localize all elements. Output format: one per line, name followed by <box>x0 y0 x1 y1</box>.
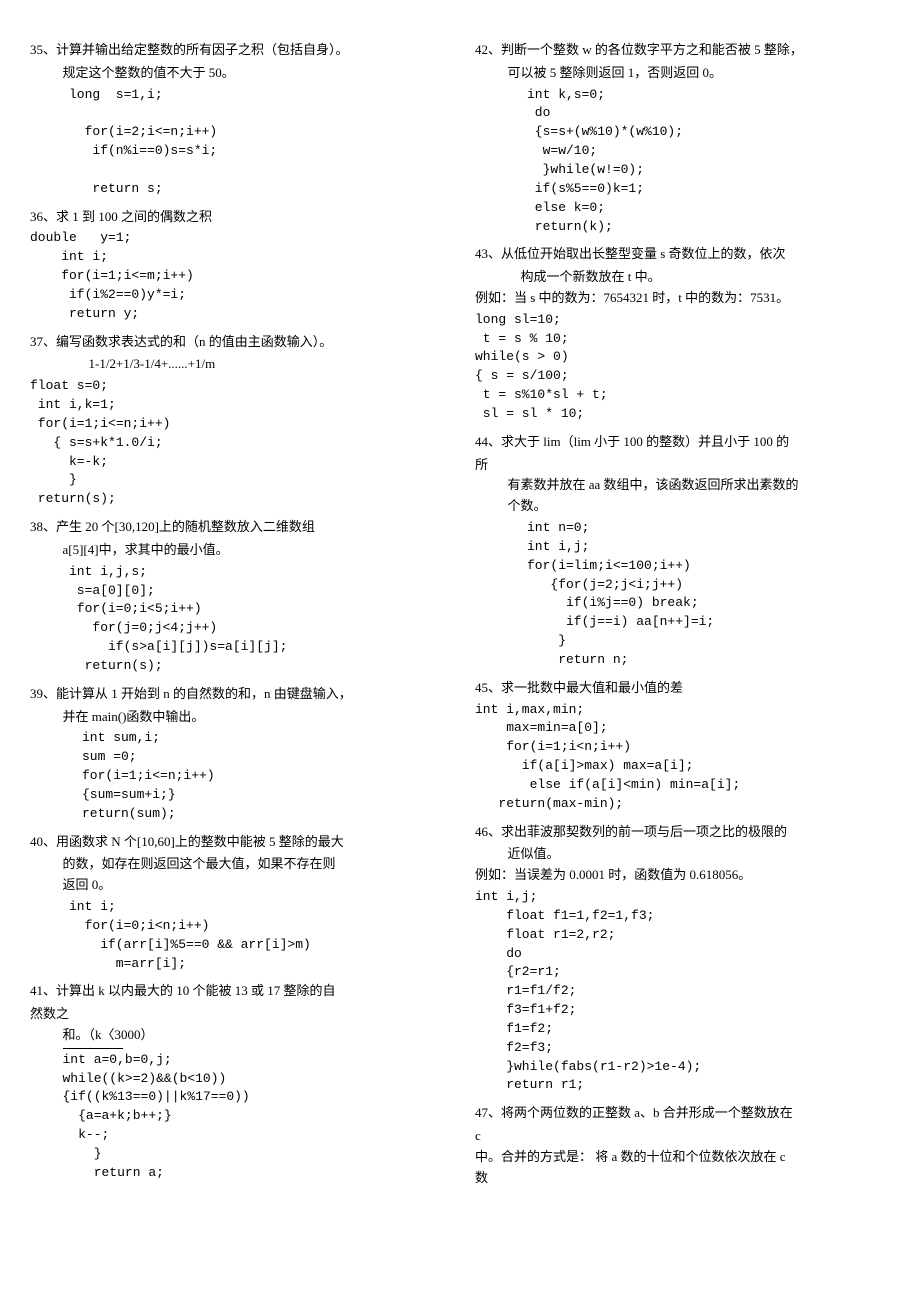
problem-37: 37、编写函数求表达式的和（n 的值由主函数输入）。 1-1/2+1/3-1/4… <box>30 332 445 510</box>
problem-45-title: 45、求一批数中最大值和最小值的差 <box>475 678 890 699</box>
left-column: 35、计算并输出给定整数的所有因子之积（包括自身）。 规定这个整数的值不大于 5… <box>30 40 445 1194</box>
problem-44-code: int n=0; int i,j; for(i=lim;i<=100;i++) … <box>475 519 890 670</box>
problem-39-title: 39、能计算从 1 开始到 n 的自然数的和，n 由键盘输入， <box>30 684 445 705</box>
problem-35: 35、计算并输出给定整数的所有因子之积（包括自身）。 规定这个整数的值不大于 5… <box>30 40 445 199</box>
problem-38-title: 38、产生 20 个[30,120]上的随机整数放入二维数组 <box>30 517 445 538</box>
problem-47: 47、将两个两位数的正整数 a、b 合并形成一个整数放在 c 中。合并的方式是：… <box>475 1103 890 1188</box>
problem-46: 46、求出菲波那契数列的前一项与后一项之比的极限的 近似值。 例如：当误差为 0… <box>475 822 890 1096</box>
separator-line <box>63 1048 123 1049</box>
problem-35-title: 35、计算并输出给定整数的所有因子之积（包括自身）。 <box>30 40 445 61</box>
problem-41-code: int a=0,b=0,j; while((k>=2)&&(b<10)) {if… <box>30 1051 445 1183</box>
problem-43-code: long sl=10; t = s % 10; while(s > 0) { s… <box>475 311 890 424</box>
problem-41: 41、计算出 k 以内最大的 10 个能被 13 或 17 整除的自 然数之 和… <box>30 981 445 1182</box>
problem-37-title: 37、编写函数求表达式的和（n 的值由主函数输入）。 <box>30 332 445 353</box>
problem-47-sub2: 中。合并的方式是： 将 a 数的十位和个位数依次放在 c <box>475 1147 890 1168</box>
right-column: 42、判断一个整数 w 的各位数字平方之和能否被 5 整除， 可以被 5 整除则… <box>475 40 890 1194</box>
problem-45: 45、求一批数中最大值和最小值的差 int i,max,min; max=min… <box>475 678 890 814</box>
problem-41-title: 41、计算出 k 以内最大的 10 个能被 13 或 17 整除的自 <box>30 981 445 1002</box>
problem-42-code: int k,s=0; do {s=s+(w%10)*(w%10); w=w/10… <box>475 86 890 237</box>
problem-47-title: 47、将两个两位数的正整数 a、b 合并形成一个整数放在 <box>475 1103 890 1124</box>
problem-43: 43、从低位开始取出长整型变量 s 奇数位上的数，依次 构成一个新数放在 t 中… <box>475 244 890 423</box>
problem-47-sub1: c <box>475 1126 890 1147</box>
problem-42: 42、判断一个整数 w 的各位数字平方之和能否被 5 整除， 可以被 5 整除则… <box>475 40 890 236</box>
problem-44: 44、求大于 lim（lim 小于 100 的整数）并且小于 100 的 所 有… <box>475 432 890 670</box>
problem-44-sub3: 个数。 <box>475 496 890 517</box>
problem-39-code: int sum,i; sum =0; for(i=1;i<=n;i++) {su… <box>30 729 445 823</box>
problem-38: 38、产生 20 个[30,120]上的随机整数放入二维数组 a[5][4]中，… <box>30 517 445 676</box>
problem-40-title: 40、用函数求 N 个[10,60]上的整数中能被 5 整除的最大 <box>30 832 445 853</box>
problem-36-code: double y=1; int i; for(i=1;i<=m;i++) if(… <box>30 229 445 323</box>
problem-41-sub2: 和。（k〈3000） <box>30 1025 445 1046</box>
problem-37-sub: 1-1/2+1/3-1/4+......+1/m <box>30 354 445 375</box>
problem-46-title: 46、求出菲波那契数列的前一项与后一项之比的极限的 <box>475 822 890 843</box>
problem-46-sub: 近似值。 <box>475 844 890 865</box>
problem-40: 40、用函数求 N 个[10,60]上的整数中能被 5 整除的最大 的数，如存在… <box>30 832 445 974</box>
problem-40-sub: 的数，如存在则返回这个最大值，如果不存在则 <box>30 854 445 875</box>
problem-35-code: long s=1,i; for(i=2;i<=n;i++) if(n%i==0)… <box>30 86 445 199</box>
problem-46-example: 例如：当误差为 0.0001 时，函数值为 0.618056。 <box>475 865 890 886</box>
problem-41-sub1: 然数之 <box>30 1004 445 1025</box>
problem-37-code: float s=0; int i,k=1; for(i=1;i<=n;i++) … <box>30 377 445 509</box>
problem-44-title: 44、求大于 lim（lim 小于 100 的整数）并且小于 100 的 <box>475 432 890 453</box>
problem-43-sub: 构成一个新数放在 t 中。 <box>475 267 890 288</box>
problem-40-sub2: 返回 0。 <box>30 875 445 896</box>
problem-47-sub3: 数 <box>475 1168 890 1189</box>
problem-46-code: int i,j; float f1=1,f2=1,f3; float r1=2,… <box>475 888 890 1095</box>
problem-44-sub2: 有素数并放在 aa 数组中，该函数返回所求出素数的 <box>475 475 890 496</box>
problem-39-sub: 并在 main()函数中输出。 <box>30 707 445 728</box>
problem-36: 36、求 1 到 100 之间的偶数之积 double y=1; int i; … <box>30 207 445 324</box>
problem-40-code: int i; for(i=0;i<n;i++) if(arr[i]%5==0 &… <box>30 898 445 973</box>
problem-42-title: 42、判断一个整数 w 的各位数字平方之和能否被 5 整除， <box>475 40 890 61</box>
problem-38-sub: a[5][4]中，求其中的最小值。 <box>30 540 445 561</box>
problem-42-sub: 可以被 5 整除则返回 1，否则返回 0。 <box>475 63 890 84</box>
problem-38-code: int i,j,s; s=a[0][0]; for(i=0;i<5;i++) f… <box>30 563 445 676</box>
problem-44-sub1: 所 <box>475 455 890 476</box>
problem-36-title: 36、求 1 到 100 之间的偶数之积 <box>30 207 445 228</box>
problem-43-title: 43、从低位开始取出长整型变量 s 奇数位上的数，依次 <box>475 244 890 265</box>
problem-39: 39、能计算从 1 开始到 n 的自然数的和，n 由键盘输入， 并在 main(… <box>30 684 445 824</box>
problem-43-example: 例如：当 s 中的数为：7654321 时，t 中的数为：7531。 <box>475 288 890 309</box>
problem-45-code: int i,max,min; max=min=a[0]; for(i=1;i<n… <box>475 701 890 814</box>
problem-35-sub: 规定这个整数的值不大于 50。 <box>30 63 445 84</box>
